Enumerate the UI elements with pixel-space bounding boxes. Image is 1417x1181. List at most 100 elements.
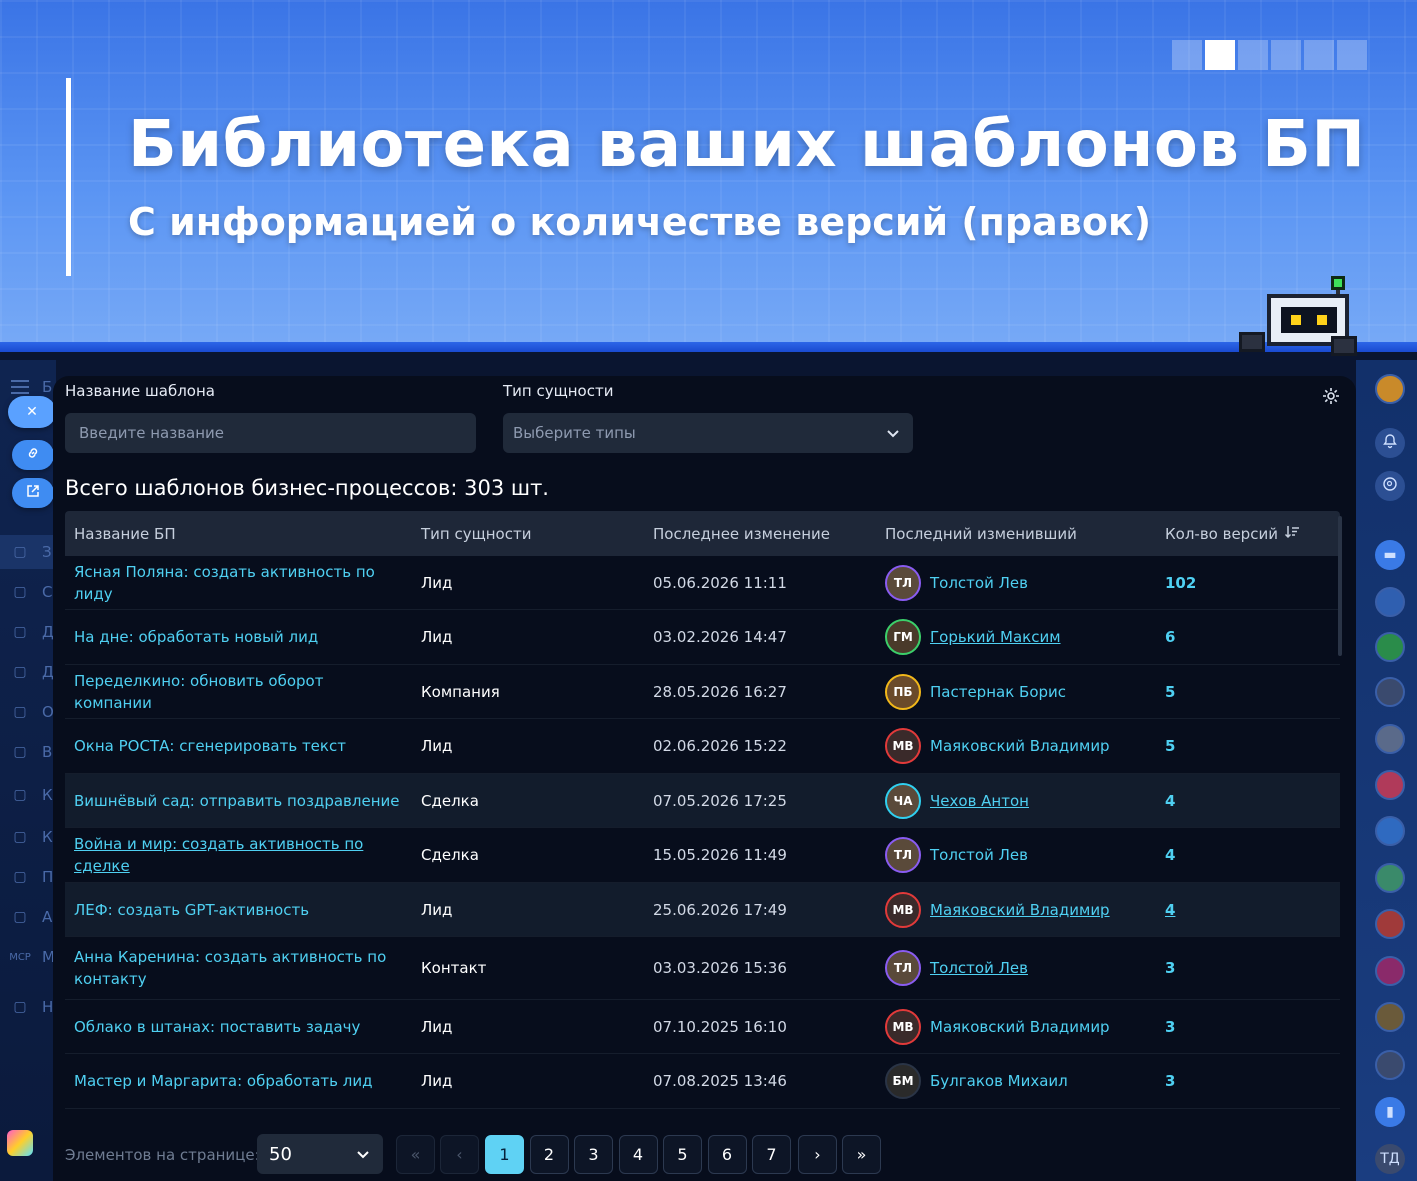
versions-count-link[interactable]: 4 [1156, 901, 1340, 919]
user-name-link[interactable]: Горький Максим [930, 628, 1061, 646]
contact-avatar[interactable] [1375, 724, 1405, 754]
table-row[interactable]: На дне: обработать новый лид Лид 03.02.2… [65, 610, 1340, 665]
contact-avatar[interactable] [1375, 909, 1405, 939]
prev-page-button[interactable]: ‹ [440, 1135, 479, 1174]
slide-dot[interactable] [1271, 40, 1301, 70]
template-name-link[interactable]: Мастер и Маргарита: обработать лид [65, 1070, 412, 1092]
slide-dot[interactable] [1238, 40, 1268, 70]
bookmarks-button[interactable]: ▮ [1375, 1097, 1405, 1127]
sort-desc-icon[interactable] [1284, 524, 1300, 544]
sidebar-item[interactable]: ▢ О [0, 695, 56, 729]
user-avatar[interactable]: МВ [885, 1008, 921, 1045]
table-row[interactable]: Анна Каренина: создать активность по кон… [65, 937, 1340, 1000]
user-avatar[interactable]: ГМ [885, 619, 921, 655]
versions-count-link[interactable]: 6 [1156, 628, 1340, 646]
page-button-3[interactable]: 3 [574, 1135, 613, 1174]
slide-dot[interactable] [1337, 40, 1367, 70]
contact-avatar[interactable] [1375, 863, 1405, 893]
versions-count-link[interactable]: 5 [1156, 683, 1340, 701]
messenger-button[interactable]: ▬ [1375, 540, 1405, 570]
sidebar-item[interactable]: ▢ К [0, 820, 56, 854]
template-name-link[interactable]: Война и мир: создать активность по сделк… [65, 833, 412, 877]
contact-avatar[interactable] [1375, 587, 1405, 617]
column-header-type[interactable]: Тип сущности [412, 525, 644, 543]
user-avatar[interactable]: МВ [885, 728, 921, 764]
ai-assistant-icon[interactable] [7, 1130, 33, 1156]
table-row[interactable]: Переделкино: обновить оборот компании Ко… [65, 665, 1340, 719]
user-name-link[interactable]: Чехов Антон [930, 792, 1029, 810]
template-name-link[interactable]: Окна РОСТА: сгенерировать текст [65, 735, 412, 757]
template-name-link[interactable]: Переделкино: обновить оборот компании [65, 670, 412, 714]
user-avatar[interactable]: МВ [885, 891, 921, 928]
template-name-input[interactable]: Введите название [65, 413, 476, 453]
sidebar-item[interactable]: ▢ В [0, 735, 56, 769]
close-button[interactable]: ✕ [8, 396, 56, 428]
slide-dot[interactable] [1304, 40, 1334, 70]
column-header-modified-by[interactable]: Последний изменивший [876, 525, 1156, 543]
page-button-1[interactable]: 1 [485, 1135, 524, 1174]
page-button-4[interactable]: 4 [618, 1135, 658, 1174]
column-header-modified[interactable]: Последнее изменение [644, 525, 876, 543]
contact-avatar[interactable] [1375, 1050, 1405, 1080]
open-external-button[interactable] [12, 478, 54, 508]
user-avatar[interactable]: ЧА [885, 782, 921, 819]
entity-type-select[interactable]: Выберите типы [503, 413, 913, 453]
user-name-link[interactable]: Маяковский Владимир [930, 1018, 1110, 1036]
user-avatar[interactable]: БМ [885, 1063, 921, 1099]
table-row[interactable]: Ясная Поляна: создать активность по лиду… [65, 556, 1340, 610]
template-name-link[interactable]: ЛЕФ: создать GPT-активность [65, 899, 412, 921]
template-name-link[interactable]: Вишнёвый сад: отправить поздравление [65, 790, 412, 812]
user-initials-avatar[interactable]: ТД [1375, 1144, 1405, 1174]
last-page-button[interactable]: » [842, 1135, 881, 1174]
user-name-link[interactable]: Толстой Лев [930, 846, 1028, 864]
contact-avatar[interactable] [1375, 632, 1405, 662]
notifications-button[interactable] [1375, 428, 1405, 458]
slide-dot[interactable] [1205, 40, 1235, 70]
versions-count-link[interactable]: 4 [1156, 792, 1340, 810]
user-avatar[interactable]: ТЛ [885, 564, 921, 601]
page-button-7[interactable]: 7 [752, 1135, 791, 1174]
profile-avatar[interactable] [1375, 374, 1405, 404]
sidebar-item[interactable]: ▢ Н [0, 990, 56, 1024]
column-header-name[interactable]: Название БП [65, 525, 412, 543]
table-scrollbar[interactable] [1338, 516, 1342, 656]
chat-search-button[interactable] [1375, 471, 1405, 501]
versions-count-link[interactable]: 3 [1156, 1018, 1340, 1036]
next-page-button[interactable]: › [798, 1135, 837, 1174]
page-button-5[interactable]: 5 [663, 1135, 702, 1174]
versions-count-link[interactable]: 3 [1156, 1072, 1340, 1090]
user-avatar[interactable]: ПБ [885, 673, 921, 710]
contact-avatar[interactable] [1375, 956, 1405, 986]
versions-count-link[interactable]: 4 [1156, 846, 1340, 864]
user-name-link[interactable]: Толстой Лев [930, 574, 1028, 592]
user-avatar[interactable]: ТЛ [885, 950, 921, 986]
template-name-link[interactable]: На дне: обработать новый лид [65, 626, 412, 648]
template-name-link[interactable]: Ясная Поляна: создать активность по лиду [65, 561, 412, 605]
user-name-link[interactable]: Маяковский Владимир [930, 901, 1110, 919]
table-row[interactable]: Война и мир: создать активность по сделк… [65, 828, 1340, 883]
sidebar-item[interactable]: MCP М [0, 940, 56, 974]
sidebar-item[interactable]: ▢ А [0, 900, 56, 934]
page-button-6[interactable]: 6 [707, 1135, 747, 1174]
template-name-link[interactable]: Анна Каренина: создать активность по кон… [65, 946, 412, 990]
contact-avatar[interactable] [1375, 816, 1405, 846]
sidebar-item[interactable]: ▢ З [0, 535, 56, 569]
versions-count-link[interactable]: 3 [1156, 959, 1340, 977]
sidebar-item[interactable]: ▢ Д [0, 655, 56, 689]
copy-link-button[interactable] [12, 440, 54, 470]
versions-count-link[interactable]: 5 [1156, 737, 1340, 755]
user-name-link[interactable]: Пастернак Борис [930, 683, 1066, 701]
table-row[interactable]: Облако в штанах: поставить задачу Лид 07… [65, 1000, 1340, 1054]
table-row[interactable]: Вишнёвый сад: отправить поздравление Сде… [65, 774, 1340, 828]
sidebar-item[interactable]: ▢ П [0, 860, 56, 894]
sidebar-item[interactable]: ▢ Д [0, 615, 56, 649]
page-button-2[interactable]: 2 [529, 1135, 569, 1174]
table-row[interactable]: Окна РОСТА: сгенерировать текст Лид 02.0… [65, 719, 1340, 774]
slide-dot[interactable] [1172, 40, 1202, 70]
table-row[interactable]: ЛЕФ: создать GPT-активность Лид 25.06.20… [65, 883, 1340, 937]
user-name-link[interactable]: Толстой Лев [930, 959, 1028, 977]
contact-avatar[interactable] [1375, 1002, 1405, 1032]
table-row[interactable]: Мастер и Маргарита: обработать лид Лид 0… [65, 1054, 1340, 1109]
settings-gear-icon[interactable] [1321, 386, 1341, 406]
template-name-link[interactable]: Облако в штанах: поставить задачу [65, 1016, 412, 1038]
